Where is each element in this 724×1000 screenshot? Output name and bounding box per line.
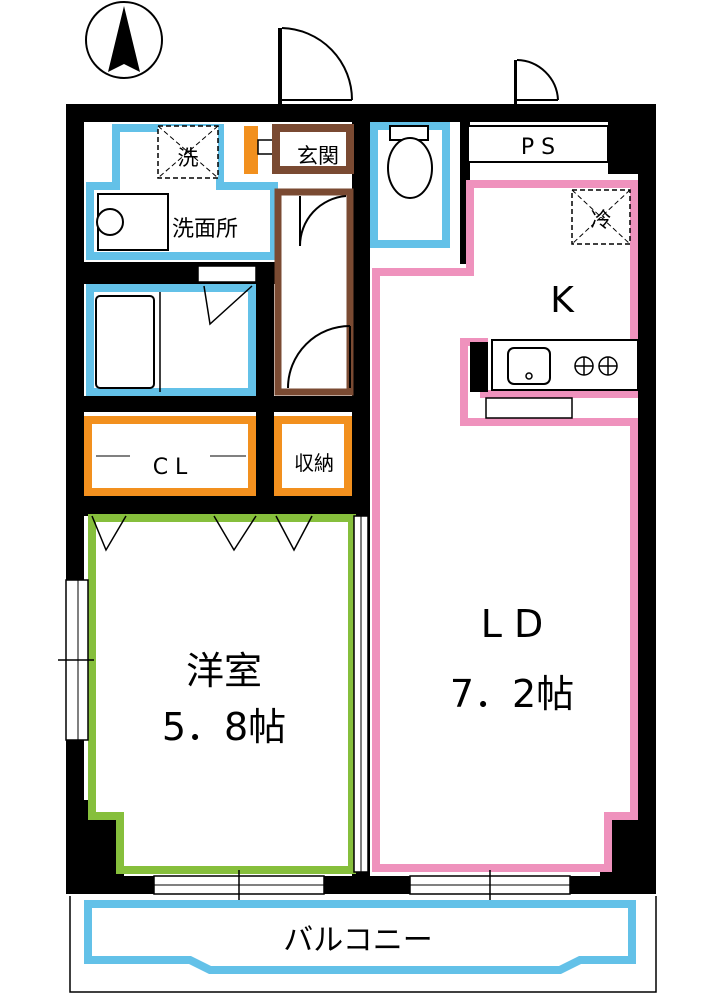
kitchen-label: K: [550, 280, 575, 321]
ld-label: L D: [481, 602, 544, 646]
balcony-label: バルコニー: [283, 923, 432, 958]
north-arrow-icon: [85, 1, 163, 79]
western-room-label: 洋室: [186, 649, 262, 693]
ld-size: 7．2帖: [450, 672, 574, 716]
entrance-storage: [244, 126, 258, 174]
storage-label: 収納: [294, 451, 334, 475]
ldk-outline: [372, 180, 638, 872]
washroom-label: 洗面所: [172, 217, 238, 242]
hall-outline: [274, 188, 354, 396]
entrance-label: 玄関: [297, 144, 339, 168]
window-bottom-right: [409, 870, 571, 900]
closet-label: C L: [153, 455, 188, 480]
ps-label: P S: [521, 135, 555, 160]
wash-label: 洗: [178, 146, 199, 170]
entrance-door-icon: [278, 27, 353, 104]
toilet-icon: [387, 125, 433, 199]
floor-plan: 洗 洗面所 玄関 P S C L 収納 洋室 5．8帖 冷 K L D 7．2帖…: [58, 1, 657, 993]
window-bottom-left: [153, 870, 325, 900]
wash-basin-icon: [96, 208, 124, 236]
western-room-size: 5．8帖: [162, 705, 286, 749]
ps-door-icon: [514, 59, 559, 104]
fridge-label: 冷: [591, 208, 612, 232]
kitchen-sink-icon: [507, 347, 551, 385]
western-room-outline: [88, 514, 356, 874]
window-left: [58, 579, 94, 741]
